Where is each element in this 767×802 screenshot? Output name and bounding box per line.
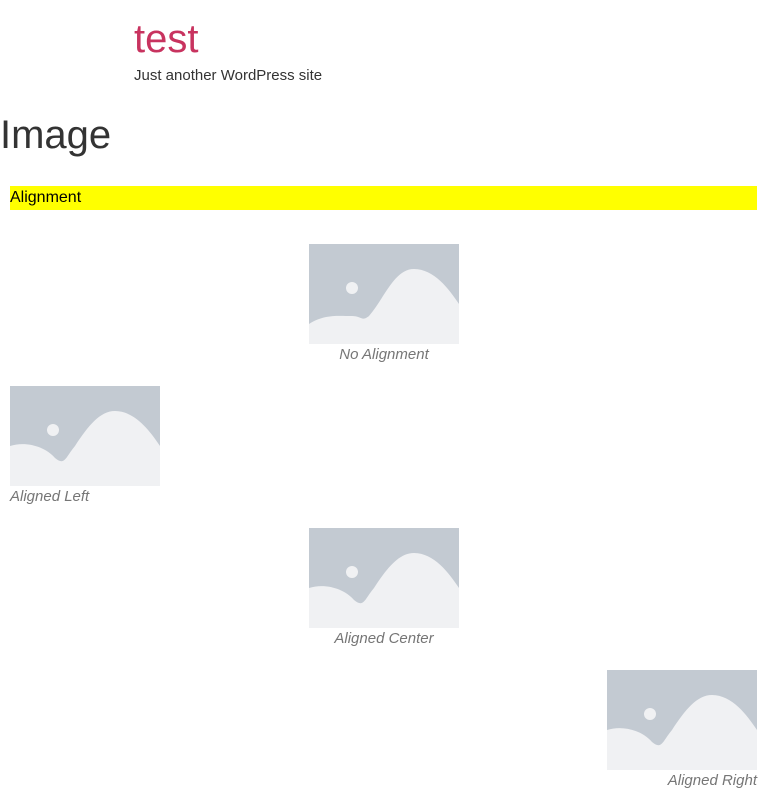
- figure-caption: Aligned Right: [667, 772, 757, 789]
- site-description: Just another WordPress site: [134, 67, 323, 84]
- image-placeholder-icon: [10, 386, 160, 486]
- page-title: Image: [0, 113, 112, 157]
- image-placeholder-icon: [309, 528, 459, 628]
- figure-aligned-right: Aligned Right: [607, 670, 757, 791]
- image-placeholder-icon: [309, 244, 459, 344]
- figure-aligned-center: Aligned Center: [309, 528, 459, 649]
- page: test Just another WordPress site Image A…: [0, 0, 767, 802]
- site-header: test Just another WordPress site: [134, 14, 322, 85]
- site-title-link[interactable]: test: [134, 14, 322, 64]
- figure-caption: No Alignment: [339, 346, 429, 363]
- figure-no-alignment: No Alignment: [309, 244, 459, 365]
- image-placeholder-icon: [607, 670, 757, 770]
- figure-aligned-left: Aligned Left: [10, 386, 160, 507]
- section-heading-alignment: Alignment: [10, 186, 757, 210]
- figure-caption: Aligned Center: [334, 630, 434, 647]
- figure-caption: Aligned Left: [10, 488, 90, 505]
